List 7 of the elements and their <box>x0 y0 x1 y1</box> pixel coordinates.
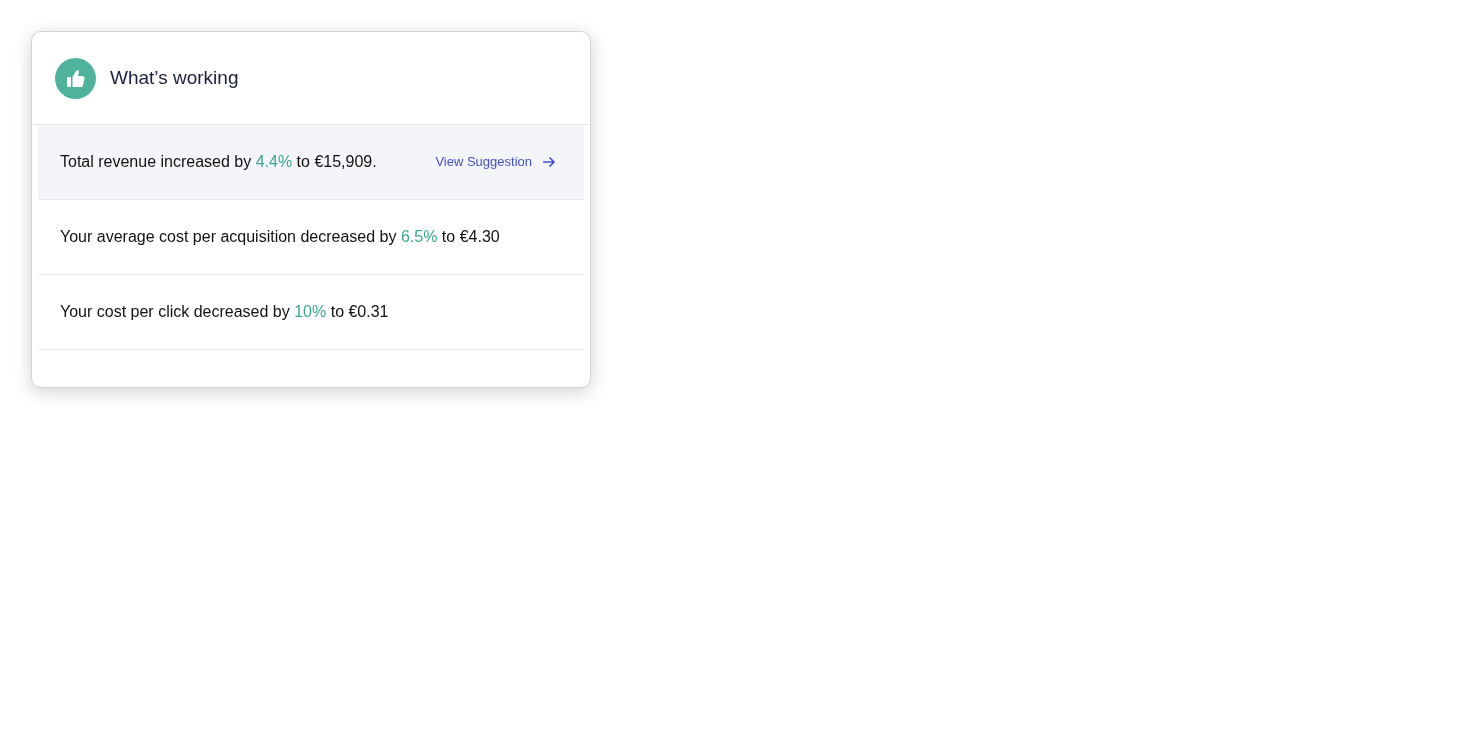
insight-text: Total revenue increased by 4.4% to €15,909. <box>60 152 377 172</box>
arrow-right-icon <box>542 156 556 168</box>
insight-text: Your cost per click decreased by 10% to €0.31 <box>60 302 389 322</box>
thumbs-up-icon <box>55 57 96 99</box>
view-suggestion-link[interactable]: View Suggestion <box>435 152 556 172</box>
card-title: What’s working <box>110 65 239 90</box>
insight-text: Your average cost per acquisition decreased by 6.5% to €4.30 <box>60 227 500 247</box>
